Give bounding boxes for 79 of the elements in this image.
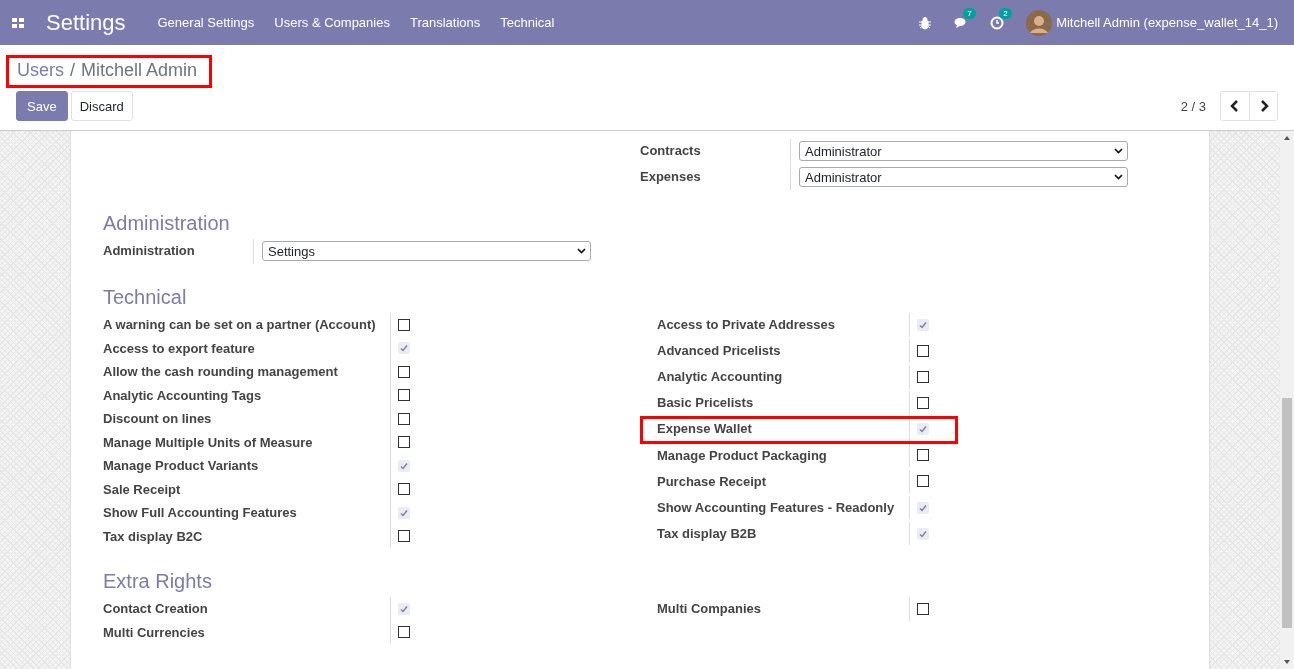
checkbox[interactable]: [917, 370, 929, 383]
menu-item[interactable]: General Settings: [157, 15, 255, 30]
caret-icon: [1114, 174, 1123, 180]
field-label: Basic Pricelists: [657, 394, 755, 413]
checkbox[interactable]: [398, 412, 410, 425]
select-field[interactable]: Administrator: [799, 167, 1128, 187]
checkbox[interactable]: [917, 501, 929, 514]
checkbox[interactable]: [917, 449, 929, 462]
checkbox[interactable]: [398, 506, 410, 519]
field-label: Administration: [103, 242, 196, 260]
select-field[interactable]: Administrator: [799, 141, 1128, 161]
scroll-thumb[interactable]: [1282, 398, 1292, 628]
checkbox[interactable]: [917, 318, 929, 331]
checkbox[interactable]: [917, 344, 929, 357]
field-label: Expense Wallet: [657, 420, 753, 439]
field-label: Sale Receipt: [103, 480, 182, 499]
user-menu[interactable]: Mitchell Admin (expense_wallet_14_1): [1056, 15, 1278, 30]
section-title: Technical: [103, 286, 188, 309]
field-label: Tax display B2B: [657, 524, 758, 543]
field-label: Contracts: [640, 142, 702, 160]
menu-item[interactable]: Users & Companies: [274, 15, 390, 30]
field-label: Show Accounting Features - Readonly: [657, 498, 896, 517]
scroll-down-icon[interactable]: [1283, 658, 1291, 666]
checkbox[interactable]: [398, 389, 410, 402]
field-label: Access to Private Addresses: [657, 316, 836, 334]
checkbox[interactable]: [398, 483, 410, 496]
activity-count-badge: 2: [999, 7, 1012, 19]
checkbox[interactable]: [917, 475, 929, 488]
checkbox[interactable]: [398, 459, 410, 472]
caret-icon: [577, 248, 586, 254]
message-count-badge: 7: [963, 7, 976, 19]
field-label: Manage Multiple Units of Measure: [103, 433, 314, 452]
discard-button[interactable]: Discard: [70, 91, 133, 121]
checkbox[interactable]: [917, 602, 929, 615]
field-label: Analytic Accounting: [657, 368, 784, 387]
field-label: Multi Currencies: [103, 623, 206, 642]
field-label: Access to export feature: [103, 339, 256, 358]
field-label: Purchase Receipt: [657, 472, 768, 491]
field-label: Expenses: [640, 168, 702, 186]
menu-item[interactable]: Translations: [409, 15, 481, 30]
scrollbar[interactable]: [1280, 131, 1294, 669]
breadcrumb-separator: /: [70, 60, 76, 81]
breadcrumb-current: Mitchell Admin: [81, 60, 198, 81]
field-label: Advanced Pricelists: [657, 342, 782, 361]
field-label: Multi Companies: [657, 600, 762, 618]
checkbox[interactable]: [917, 527, 929, 540]
checkbox[interactable]: [398, 365, 410, 378]
checkbox[interactable]: [398, 436, 410, 449]
pager-counter: 2 / 3: [1180, 98, 1206, 114]
field-label: Tax display B2C: [103, 527, 204, 546]
menu-item[interactable]: Technical: [500, 15, 555, 30]
field-label: A warning can be set on a partner (Account): [103, 316, 377, 334]
bug-icon[interactable]: [918, 15, 933, 30]
checkbox[interactable]: [398, 530, 410, 543]
user-avatar[interactable]: [1026, 9, 1053, 36]
checkbox[interactable]: [398, 342, 410, 355]
app-title: Settings: [46, 9, 126, 36]
field-label: Manage Product Variants: [103, 457, 260, 475]
breadcrumb-link[interactable]: Users: [17, 60, 64, 81]
field-label: Manage Product Packaging: [657, 446, 828, 465]
chevron-left-icon: [1229, 100, 1241, 112]
clock-icon[interactable]: [990, 15, 1005, 30]
select-field[interactable]: Settings: [262, 241, 591, 261]
save-button[interactable]: Save: [16, 91, 68, 121]
checkbox[interactable]: [917, 397, 929, 410]
field-label: Analytic Accounting Tags: [103, 386, 263, 405]
checkbox[interactable]: [398, 602, 410, 615]
checkbox[interactable]: [917, 423, 929, 436]
next-button[interactable]: [1249, 92, 1277, 120]
section-title: Extra Rights: [103, 570, 213, 593]
checkbox[interactable]: [398, 318, 410, 331]
field-label: Discount on lines: [103, 410, 213, 428]
field-label: Allow the cash rounding management: [103, 363, 339, 381]
scroll-up-icon[interactable]: [1283, 134, 1291, 142]
field-label: Contact Creation: [103, 600, 209, 618]
checkbox[interactable]: [398, 626, 410, 639]
caret-icon: [1114, 148, 1123, 154]
field-label: Show Full Accounting Features: [103, 504, 298, 522]
section-title: Administration: [103, 212, 231, 235]
